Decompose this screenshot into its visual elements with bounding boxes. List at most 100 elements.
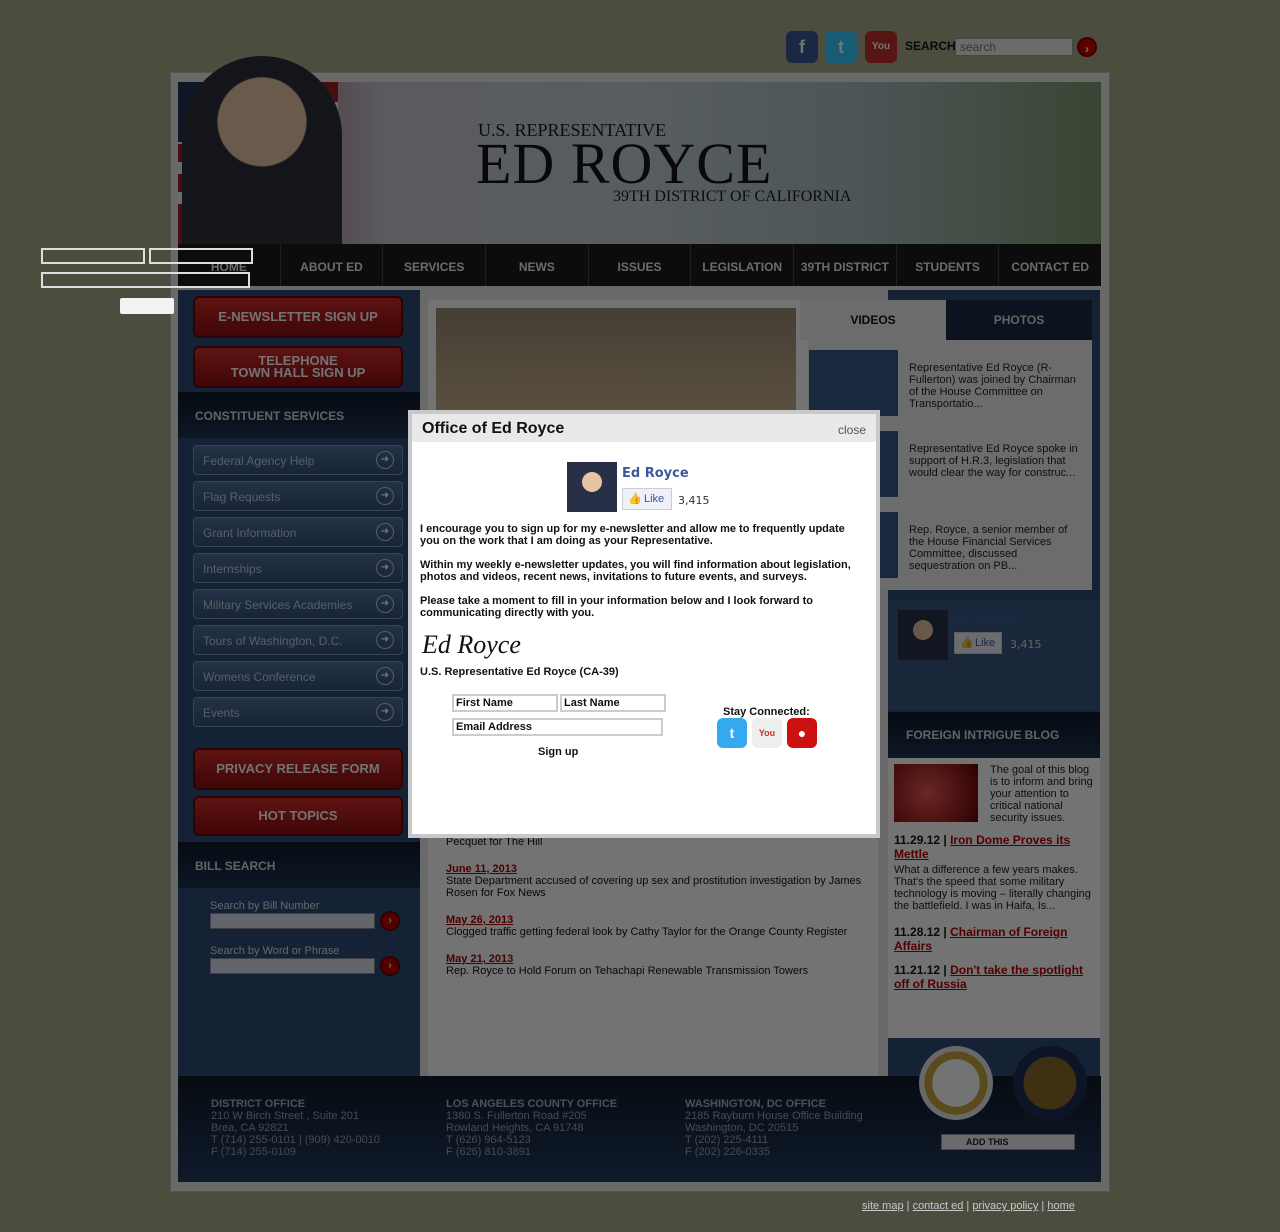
privacy-release-form-button[interactable]: PRIVACY RELEASE FORM xyxy=(193,748,403,790)
service-label: Flag Requests xyxy=(203,490,281,504)
tab-videos[interactable]: VIDEOS xyxy=(800,300,946,340)
service-item[interactable]: Flag Requests ➜ xyxy=(193,481,403,511)
signup-button[interactable]: Sign up xyxy=(538,746,578,758)
facebook-like-button[interactable]: 👍 Like xyxy=(622,488,672,510)
link-contact-ed[interactable]: contact ed xyxy=(913,1200,964,1212)
service-item[interactable]: Events ➜ xyxy=(193,697,403,727)
youtube-icon[interactable]: You xyxy=(865,31,897,63)
overlay-field-outline[interactable] xyxy=(41,272,250,288)
modal-paragraph: Please take a moment to fill in your inf… xyxy=(420,595,813,619)
video-item[interactable]: Representative Ed Royce (R-Fullerton) wa… xyxy=(808,342,1092,420)
bill-number-label: Search by Bill Number xyxy=(210,900,320,912)
facebook-icon[interactable]: f xyxy=(786,31,818,63)
modal-close-link[interactable]: close xyxy=(838,423,866,437)
youtube-icon[interactable]: You xyxy=(752,718,782,748)
blog-icon[interactable]: ● xyxy=(787,718,817,748)
facebook-like-label: Like xyxy=(644,493,665,505)
bill-word-input[interactable] xyxy=(210,958,375,974)
search-label: SEARCH xyxy=(905,39,956,53)
arrow-right-icon: ➜ xyxy=(376,523,394,541)
modal-paragraph: Within my weekly e-newsletter updates, y… xyxy=(420,559,851,583)
nav-legislation[interactable]: LEGISLATION xyxy=(690,244,793,286)
nav-39th-district[interactable]: 39TH DISTRICT xyxy=(793,244,896,286)
link-home[interactable]: home xyxy=(1047,1200,1075,1212)
service-item[interactable]: Womens Conference ➜ xyxy=(193,661,403,691)
service-label: Events xyxy=(203,706,240,720)
hot-topics-button[interactable]: HOT TOPICS xyxy=(193,796,403,836)
facebook-page-name[interactable]: Ed Royce xyxy=(954,612,1021,627)
nav-news[interactable]: NEWS xyxy=(485,244,588,286)
featured-photo[interactable] xyxy=(436,308,796,418)
blog-post: 11.28.12 | Chairman of Foreign Affairs xyxy=(894,925,1094,953)
nav-issues[interactable]: ISSUES xyxy=(587,244,691,286)
video-description: Rep. Royce, a senior member of the House… xyxy=(909,524,1068,572)
blog-post: 11.21.12 | Don't take the spotlight off … xyxy=(894,963,1094,991)
office-line: F (714) 255-0109 xyxy=(211,1146,296,1158)
twitter-icon[interactable]: t xyxy=(717,718,747,748)
facebook-like-button[interactable]: 👍 Like xyxy=(954,632,1002,654)
bill-number-input[interactable] xyxy=(210,913,375,929)
bill-search-heading: BILL SEARCH xyxy=(178,842,420,888)
service-label: Military Services Academies xyxy=(203,598,353,612)
video-thumbnail[interactable] xyxy=(809,350,898,416)
news-date-link[interactable]: May 21, 2013 xyxy=(446,953,866,965)
news-date-link[interactable]: May 26, 2013 xyxy=(446,914,866,926)
office-line: T (626) 964-5123 xyxy=(446,1134,531,1146)
footer-office: DISTRICT OFFICE 210 W Birch Street , Sui… xyxy=(211,1098,380,1158)
facebook-profile-picture[interactable] xyxy=(898,610,948,660)
nav-about-ed[interactable]: ABOUT ED xyxy=(279,244,383,286)
facebook-like-count: 3,415 xyxy=(1010,638,1042,651)
arrow-right-icon: ➜ xyxy=(376,667,394,685)
nav-services[interactable]: SERVICES xyxy=(382,244,485,286)
main-nav: HOME ABOUT ED SERVICES NEWS ISSUES LEGIS… xyxy=(178,244,1101,286)
newsletter-modal: Office of Ed Royce close Ed Royce 👍 Like … xyxy=(408,410,880,838)
bill-word-search-button[interactable]: › xyxy=(380,956,400,976)
service-item[interactable]: Federal Agency Help ➜ xyxy=(193,445,403,475)
office-line: Rowland Heights, CA 91748 xyxy=(446,1122,584,1134)
bill-word-label: Search by Word or Phrase xyxy=(210,945,340,957)
modal-header: Office of Ed Royce close xyxy=(412,414,876,442)
arrow-right-icon: ➜ xyxy=(376,487,394,505)
service-item[interactable]: Grant Information ➜ xyxy=(193,517,403,547)
modal-title: Office of Ed Royce xyxy=(422,420,565,437)
capitol-seal-icon xyxy=(919,1046,993,1120)
nav-students[interactable]: STUDENTS xyxy=(895,244,999,286)
service-item[interactable]: Tours of Washington, D.C. ➜ xyxy=(193,625,403,655)
last-name-input[interactable] xyxy=(560,694,666,712)
first-name-input[interactable] xyxy=(452,694,558,712)
arrow-right-icon: ➜ xyxy=(376,559,394,577)
representative-portrait xyxy=(182,56,342,244)
office-line: T (714) 255-0101 | (909) 420-0010 xyxy=(211,1134,380,1146)
enewsletter-signup-button[interactable]: E-NEWSLETTER SIGN UP xyxy=(193,296,403,338)
email-input[interactable] xyxy=(452,718,663,736)
nav-contact-ed[interactable]: CONTACT ED xyxy=(998,244,1101,286)
bottom-links: site map | contact ed | privacy policy |… xyxy=(862,1200,1075,1212)
service-item[interactable]: Military Services Academies ➜ xyxy=(193,589,403,619)
search-input[interactable] xyxy=(955,38,1073,56)
blog-post: 11.29.12 | Iron Dome Proves its Mettle xyxy=(894,833,1094,861)
stay-connected-label: Stay Connected: xyxy=(723,706,810,718)
twitter-icon[interactable]: t xyxy=(825,31,857,63)
link-privacy-policy[interactable]: privacy policy xyxy=(972,1200,1038,1212)
tab-photos[interactable]: PHOTOS xyxy=(946,300,1092,340)
addthis-button[interactable]: ADD THIS xyxy=(941,1134,1075,1150)
facebook-page-name[interactable]: Ed Royce xyxy=(622,466,689,481)
overlay-field-outline[interactable] xyxy=(149,248,253,264)
arrow-right-icon: ➜ xyxy=(376,451,394,469)
service-label: Womens Conference xyxy=(203,670,316,684)
blog-post-date: 11.28.12 | xyxy=(894,925,947,939)
telephone-town-hall-button[interactable]: TELEPHONE TOWN HALL SIGN UP xyxy=(193,346,403,388)
office-line: Brea, CA 92821 xyxy=(211,1122,289,1134)
overlay-field-outline[interactable] xyxy=(41,248,145,264)
search-submit-button[interactable]: › xyxy=(1077,37,1097,57)
office-line: 1380 S. Fullerton Road #205 xyxy=(446,1110,587,1122)
news-date-link[interactable]: June 11, 2013 xyxy=(446,863,866,875)
overlay-button[interactable] xyxy=(120,298,174,314)
arrow-right-icon: ➜ xyxy=(376,631,394,649)
news-item: May 21, 2013 Rep. Royce to Hold Forum on … xyxy=(446,953,866,977)
facebook-profile-picture[interactable] xyxy=(567,462,617,512)
service-item[interactable]: Internships ➜ xyxy=(193,553,403,583)
link-site-map[interactable]: site map xyxy=(862,1200,904,1212)
bill-number-search-button[interactable]: › xyxy=(380,911,400,931)
news-item: June 11, 2013 State Department accused of… xyxy=(446,863,866,899)
